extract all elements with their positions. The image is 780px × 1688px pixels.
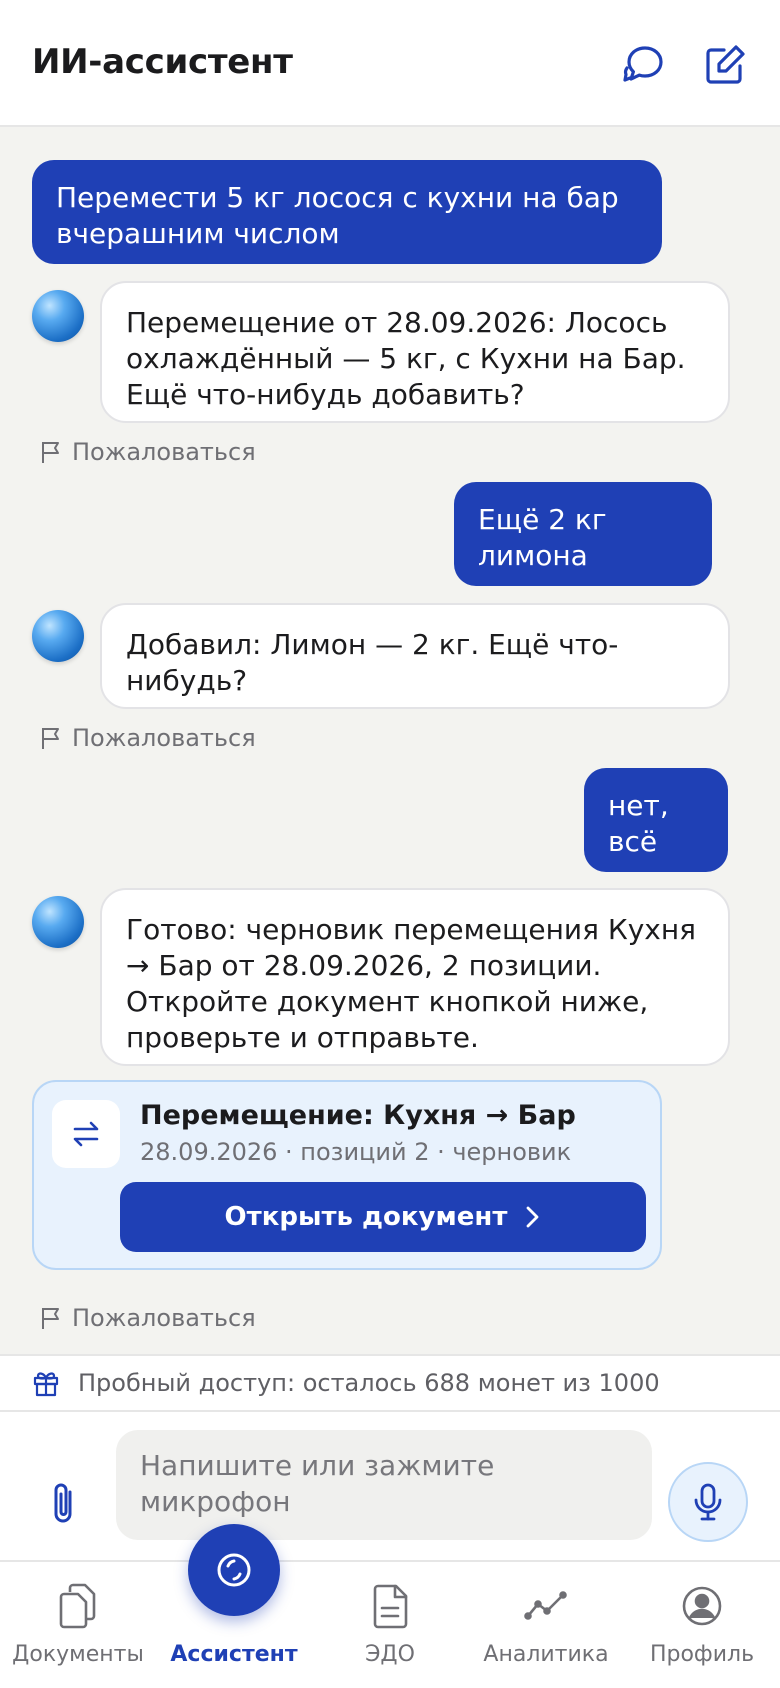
chat-icon[interactable] — [622, 42, 668, 88]
complaint-link[interactable]: Пожаловаться — [40, 722, 256, 754]
assistant-icon — [217, 1553, 251, 1587]
complaint-link[interactable]: Пожаловаться — [40, 1302, 256, 1334]
compose-icon[interactable] — [702, 42, 748, 88]
analytics-icon — [524, 1591, 567, 1620]
open-document-button[interactable]: Открыть документ — [120, 1182, 646, 1252]
flag-icon — [42, 1308, 59, 1329]
complaint-label: Пожаловаться — [72, 438, 256, 466]
nav-label: Профиль — [649, 1642, 755, 1667]
page-title: ИИ-ассистент — [32, 42, 293, 82]
user-message: нет, всё — [584, 768, 728, 872]
complaint-label: Пожаловаться — [72, 1304, 256, 1332]
user-message: Перемести 5 кг лосося с кухни на бар вче… — [32, 160, 662, 264]
chevron-right-icon — [527, 1206, 539, 1228]
complaint-label: Пожаловаться — [72, 724, 256, 752]
documents-icon — [59, 1583, 96, 1629]
assistant-message: Готово: черновик перемещения Кухня → Бар… — [100, 888, 730, 1066]
assistant-fab-button[interactable] — [188, 1524, 280, 1616]
composer: Напишите или зажмите микрофон — [0, 1412, 780, 1560]
nav-label: Ассистент — [170, 1642, 298, 1667]
trial-text: Пробный доступ: осталось 688 монет из 10… — [78, 1369, 660, 1397]
bottom-nav: Документы Ассистент ЭДО Аналитика Профил… — [0, 1560, 780, 1688]
document-title: Перемещение: Кухня → Бар — [140, 1100, 576, 1131]
message-input[interactable]: Напишите или зажмите микрофон — [116, 1430, 652, 1540]
microphone-button[interactable] — [668, 1462, 748, 1542]
document-card[interactable]: Перемещение: Кухня → Бар 28.09.2026 · по… — [32, 1080, 662, 1270]
complaint-link[interactable]: Пожаловаться — [40, 436, 256, 468]
flag-icon — [42, 728, 59, 749]
nav-item-analytics[interactable]: Аналитика — [468, 1562, 624, 1688]
user-message: Ещё 2 кг лимона — [454, 482, 712, 586]
assistant-message: Добавил: Лимон — 2 кг. Ещё что-нибудь? — [100, 603, 730, 709]
assistant-avatar — [32, 610, 84, 662]
open-document-label: Открыть документ — [224, 1202, 508, 1232]
app-header: ИИ-ассистент — [0, 0, 780, 127]
paperclip-icon[interactable] — [46, 1480, 82, 1528]
profile-icon — [682, 1586, 722, 1626]
nav-item-profile[interactable]: Профиль — [624, 1562, 780, 1688]
microphone-icon — [694, 1483, 722, 1521]
assistant-message: Перемещение от 28.09.2026: Лосось охлажд… — [100, 281, 730, 423]
document-subtitle: 28.09.2026 · позиций 2 · черновик — [140, 1138, 572, 1166]
edo-icon — [373, 1584, 408, 1629]
assistant-avatar — [32, 896, 84, 948]
nav-label: ЭДО — [365, 1642, 415, 1667]
nav-item-edo[interactable]: ЭДО — [312, 1562, 468, 1688]
transfer-arrows-icon — [52, 1100, 120, 1168]
flag-icon — [42, 442, 59, 463]
assistant-avatar — [32, 290, 84, 342]
trial-banner: Пробный доступ: осталось 688 монет из 10… — [0, 1354, 780, 1412]
gift-icon — [33, 1372, 59, 1397]
nav-label: Аналитика — [483, 1642, 609, 1667]
nav-item-documents[interactable]: Документы — [0, 1562, 156, 1688]
nav-label: Документы — [12, 1642, 144, 1667]
